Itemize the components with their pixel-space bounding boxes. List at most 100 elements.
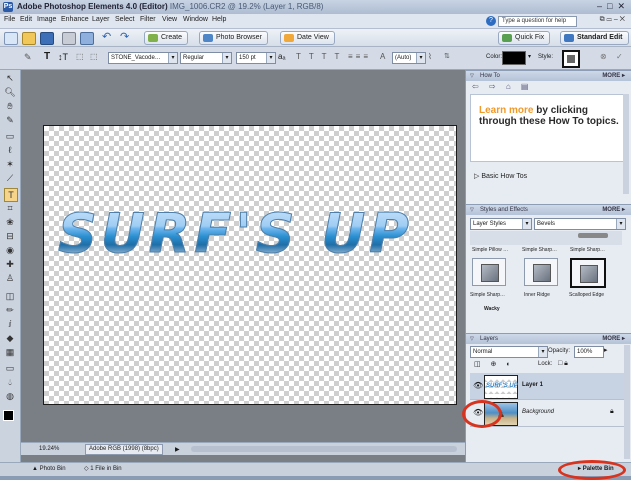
type-mask-icon[interactable]: ⬚ [76,51,84,63]
redo-icon[interactable]: ↷ [120,32,132,43]
menu-select[interactable]: Select [115,16,134,23]
color-dropdown-icon[interactable]: ▾ [526,52,536,62]
paint-bucket-tool-icon[interactable]: ◆ [4,332,16,344]
status-menu-arrow-icon[interactable]: ▶ [175,444,185,453]
eye-icon[interactable]: 👁︎ [473,381,483,390]
standard-edit-button[interactable]: Standard Edit [560,31,629,45]
tool-preset-icon[interactable]: ✎ [24,51,32,63]
style-thumb-partial[interactable] [578,233,608,238]
selection-brush-tool-icon[interactable]: ⟋ [4,172,16,184]
eyedropper-tool-icon[interactable]: ✎ [4,114,16,126]
menu-window[interactable]: Window [183,16,208,23]
opacity-input[interactable]: 100% [574,346,604,358]
brush-tool-icon[interactable]: ⅈ [4,318,16,330]
text-format-icons[interactable]: T T T T [296,51,342,63]
menu-edit[interactable]: Edit [20,16,32,23]
help-search-input[interactable]: Type a question for help [498,16,577,27]
style-category-select[interactable]: Layer Styles ▾ [470,218,532,230]
blend-mode-select[interactable]: Normal ▾ [470,346,548,358]
horizontal-scrollbar[interactable] [191,446,457,452]
howto-panel-header[interactable]: ▽ How To MORE ▸ [466,70,631,81]
move-tool-icon[interactable]: ↖ [4,72,16,84]
horizontal-type-icon[interactable]: T [44,51,50,63]
sponge-tool-icon[interactable]: ◍ [4,390,16,402]
photo-bin-button[interactable]: ▲ Photo Bin [32,463,66,476]
new-icon[interactable] [4,32,18,45]
eraser-tool-icon[interactable]: ◫ [4,290,16,302]
collapse-icon[interactable]: ▽ [470,334,474,344]
learn-more-link[interactable]: Learn more [479,105,533,116]
magic-wand-tool-icon[interactable]: ✶ [4,158,16,170]
doc-window-controls[interactable]: ⧉ ▭ – ✕ [600,16,625,24]
orientation-icon[interactable]: ⇅ [444,51,450,63]
howto-scrollbar[interactable] [623,94,629,194]
font-style-select[interactable]: Regular ▾ [180,52,232,64]
collapse-icon[interactable]: ▽ [470,205,474,215]
close-icon[interactable]: ✕ [617,1,625,12]
anti-alias-icon[interactable]: aₐ [278,51,285,63]
collapse-icon[interactable]: ▽ [470,71,474,81]
pencil-tool-icon[interactable]: ✏︎ [4,304,16,316]
photo-browser-button[interactable]: Photo Browser [199,31,268,45]
warp-text-icon[interactable]: ⌇ [428,51,432,63]
howto-more-button[interactable]: MORE ▸ [602,71,625,81]
quick-fix-button[interactable]: Quick Fix [498,31,551,45]
straighten-tool-icon[interactable]: ⊟ [4,230,16,242]
font-family-select[interactable]: STONE_Vacode… ▾ [108,52,178,64]
menu-layer[interactable]: Layer [92,16,110,23]
print-icon[interactable] [62,32,76,45]
layers-panel-header[interactable]: ▽ Layers MORE ▸ [466,333,631,344]
leading-select[interactable]: (Auto) ▾ [392,52,426,64]
blur-tool-icon[interactable]: 💧︎ [4,376,16,388]
text-align-icons[interactable]: ≡≡≡ [348,51,371,63]
howto-nav-icons[interactable]: ⇦ ⇨ ⌂ ▤ [472,82,532,91]
gradient-tool-icon[interactable]: ▦ [4,346,16,358]
shape-tool-icon[interactable]: ▭ [4,362,16,374]
crop-tool-icon[interactable]: ⌗ [4,202,16,214]
undo-icon[interactable]: ↶ [102,32,114,43]
help-icon[interactable]: ? [486,16,496,26]
styles-more-button[interactable]: MORE ▸ [602,205,625,215]
commit-edit-icon[interactable]: ✓ [616,51,623,63]
menu-file[interactable]: File [4,16,15,23]
zoom-readout[interactable]: 19.24% [39,443,59,455]
save-icon[interactable] [40,32,54,45]
lasso-tool-icon[interactable]: ℓ [4,144,16,156]
hand-tool-icon[interactable]: ✋︎ [4,100,16,112]
style-subcategory-select[interactable]: Bevels ▾ [534,218,626,230]
spot-healing-tool-icon[interactable]: ✚ [4,258,16,270]
clone-stamp-tool-icon[interactable]: ♙ [4,272,16,284]
red-eye-tool-icon[interactable]: ◉ [4,244,16,256]
text-style-swatch[interactable] [562,50,580,68]
layer-row-layer1[interactable]: 👁︎ SURF'S UP Layer 1 [470,373,627,400]
layer-buttons-icons[interactable]: ◫ ⊕ ◐ [474,360,515,368]
opacity-arrow-icon[interactable]: ▸ [604,346,608,354]
cookie-cutter-tool-icon[interactable]: ❀ [4,216,16,228]
marquee-tool-icon[interactable]: ▭ [4,130,16,142]
minimize-icon[interactable]: – [597,1,602,12]
cancel-edit-icon[interactable]: ⊗ [600,51,607,63]
menu-enhance[interactable]: Enhance [61,16,89,23]
document-canvas[interactable]: SURF'S UP [43,125,457,405]
layers-more-button[interactable]: MORE ▸ [602,334,625,344]
menu-filter[interactable]: Filter [140,16,156,23]
document-info[interactable]: Adobe RGB (1998) (8bpc) [85,444,163,455]
font-size-select[interactable]: 150 pt ▾ [236,52,276,64]
date-view-button[interactable]: Date View [280,31,335,45]
basic-how-tos-link[interactable]: ▷ Basic How Tos [474,172,527,180]
style-scalloped-edge[interactable] [570,258,606,288]
surfs-up-text-layer[interactable]: SURF'S UP [58,202,413,266]
styles-panel-header[interactable]: ▽ Styles and Effects MORE ▸ [466,204,631,215]
menu-image[interactable]: Image [37,16,56,23]
text-color-swatch[interactable] [502,51,526,65]
style-simple-sharp[interactable] [472,258,506,286]
layers-scrollbar[interactable] [624,345,630,459]
style-inner-ridge[interactable] [524,258,558,286]
email-icon[interactable] [80,32,94,45]
menu-help[interactable]: Help [212,16,226,23]
lock-icons[interactable]: □ 🔒︎ [558,360,568,368]
menu-view[interactable]: View [162,16,177,23]
maximize-icon[interactable]: □ [607,1,612,12]
type-tool-icon[interactable]: T [4,188,18,202]
foreground-color-swatch[interactable] [3,410,14,421]
